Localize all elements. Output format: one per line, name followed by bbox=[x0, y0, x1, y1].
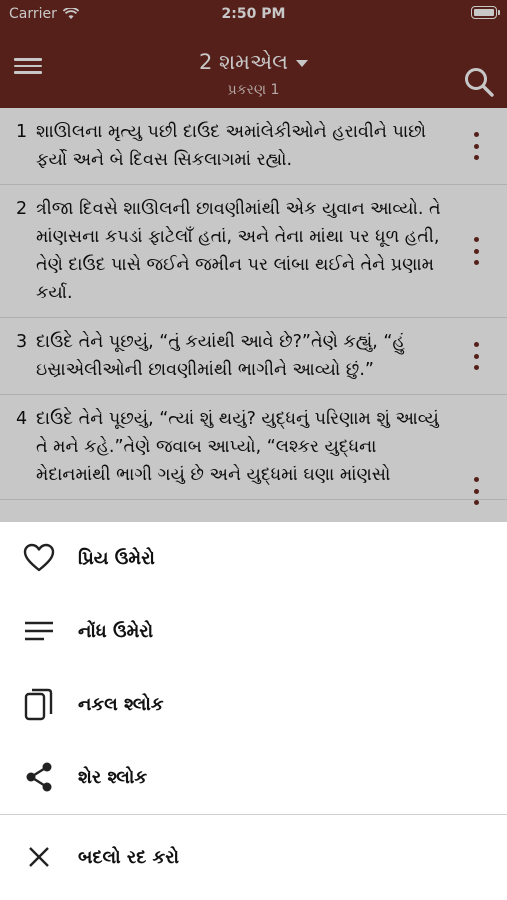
copy-verse-label: નકલ શ્લોક bbox=[78, 693, 164, 715]
cancel-label: બદલો રદ કરો bbox=[78, 846, 180, 868]
copy-verse-button[interactable]: નકલ શ્લોક bbox=[0, 674, 507, 734]
notes-icon bbox=[22, 614, 56, 648]
add-note-button[interactable]: નોંધ ઉમેરો bbox=[0, 601, 507, 661]
add-favorite-button[interactable]: પ્રિય ઉમેરો bbox=[0, 528, 507, 588]
modal-backdrop[interactable] bbox=[0, 0, 507, 522]
cancel-button[interactable]: બદલો રદ કરો bbox=[0, 827, 507, 887]
add-favorite-label: પ્રિય ઉમેરો bbox=[78, 547, 155, 569]
sheet-divider bbox=[0, 814, 507, 815]
share-icon bbox=[22, 760, 56, 794]
add-note-label: નોંધ ઉમેરો bbox=[78, 620, 154, 642]
heart-icon bbox=[22, 541, 56, 575]
copy-icon bbox=[22, 687, 56, 721]
action-sheet: પ્રિય ઉમેરો નોંધ ઉમેરો નકલ શ્લોક શેર શ્લ… bbox=[0, 522, 507, 900]
share-verse-button[interactable]: શેર શ્લોક bbox=[0, 747, 507, 807]
share-verse-label: શેર શ્લોક bbox=[78, 766, 148, 788]
close-icon bbox=[22, 840, 56, 874]
